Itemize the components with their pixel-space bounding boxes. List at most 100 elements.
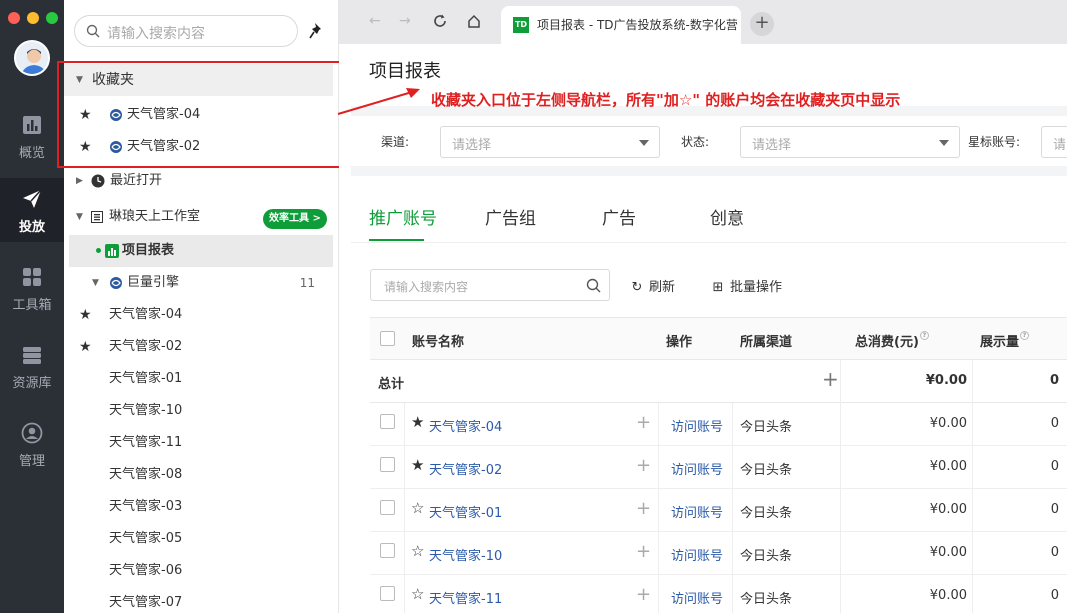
channel-cell: 今日头条 [740, 506, 793, 521]
new-tab-button[interactable]: + [750, 12, 774, 36]
divider [972, 575, 973, 613]
tree-account-item[interactable]: 天气管家-07 [64, 587, 339, 613]
tree-account-item[interactable]: ★ 天气管家-02 [64, 331, 339, 363]
divider [732, 446, 733, 489]
help-icon[interactable]: ? [1020, 331, 1030, 340]
add-column-icon[interactable]: + [822, 367, 839, 391]
account-name-link[interactable]: 天气管家-04 [429, 416, 502, 435]
add-icon[interactable]: + [636, 498, 651, 519]
tree-account-item[interactable]: 天气管家-08 [64, 459, 339, 491]
table-search-input[interactable]: 请输入搜索内容 [370, 269, 610, 301]
star-filled-icon[interactable]: ★ [79, 299, 92, 331]
add-icon[interactable]: + [636, 455, 651, 476]
table-row: ★ 天气管家-02 + 访问账号 今日头条 ¥0.00 0 [370, 446, 1067, 489]
browser-tab-bar: ← → TD 项目报表 - TD广告投放系统-数字化营 + [339, 0, 1067, 44]
tree-account-item[interactable]: 天气管家-06 [64, 555, 339, 587]
minimize-window-button[interactable] [27, 12, 39, 24]
rail-item-resources[interactable]: 资源库 [0, 334, 64, 398]
pin-icon[interactable] [309, 22, 325, 40]
table-row: ☆ 天气管家-11 + 访问账号 今日头条 ¥0.00 0 [370, 575, 1067, 613]
batch-operation-button[interactable]: ⊞ 批量操作 [710, 276, 782, 295]
account-name-link[interactable]: 天气管家-11 [429, 588, 502, 607]
star-outline-icon[interactable]: ☆ [411, 542, 424, 560]
tree-account-item[interactable]: 天气管家-10 [64, 395, 339, 427]
row-checkbox[interactable] [380, 586, 395, 601]
row-checkbox[interactable] [380, 457, 395, 472]
close-window-button[interactable] [8, 12, 20, 24]
tree-search-input[interactable]: 请输入搜索内容 [74, 15, 298, 47]
star-select[interactable]: 请 [1041, 126, 1067, 158]
divider [658, 489, 659, 532]
page-title: 项目报表 [369, 61, 441, 82]
header-total-cost[interactable]: 总消费(元)? [855, 331, 929, 350]
paper-plane-icon [23, 189, 42, 208]
add-icon[interactable]: + [636, 541, 651, 562]
add-icon[interactable]: + [636, 584, 651, 605]
tree-account-item[interactable]: 天气管家-01 [64, 363, 339, 395]
rail-item-delivery[interactable]: 投放 [0, 178, 64, 242]
channel-select[interactable]: 请选择 [440, 126, 660, 158]
tree-account-item[interactable]: 天气管家-05 [64, 523, 339, 555]
tree-account-item[interactable]: 天气管家-11 [64, 427, 339, 459]
cost-cell: ¥0.00 [929, 545, 967, 560]
rail-item-admin[interactable]: 管理 [0, 412, 64, 476]
select-all-checkbox[interactable] [380, 331, 395, 346]
table-row: ☆ 天气管家-10 + 访问账号 今日头条 ¥0.00 0 [370, 532, 1067, 575]
help-icon[interactable]: ? [919, 331, 929, 340]
visit-account-link[interactable]: 访问账号 [671, 416, 723, 435]
efficiency-tools-button[interactable]: 效率工具 > [263, 209, 327, 229]
avatar[interactable] [14, 40, 50, 76]
forward-arrow-icon[interactable]: → [399, 13, 411, 29]
star-filled-icon[interactable]: ★ [411, 456, 424, 474]
tree-account-item[interactable]: 天气管家-03 [64, 491, 339, 523]
home-icon[interactable] [467, 14, 481, 28]
row-checkbox[interactable] [380, 500, 395, 515]
tab-ad-groups[interactable]: 广告组 [485, 204, 536, 229]
status-select[interactable]: 请选择 [740, 126, 960, 158]
project-report-item[interactable]: 项目报表 [69, 235, 333, 267]
star-filter-label: 星标账号: [968, 135, 1021, 149]
status-select-placeholder: 请选择 [752, 138, 792, 153]
refresh-button[interactable]: ↻ 刷新 [629, 276, 675, 295]
visit-account-link[interactable]: 访问账号 [671, 502, 723, 521]
tab-creatives[interactable]: 创意 [710, 204, 744, 229]
workspace-folder[interactable]: ▼ 琳琅天上工作室 效率工具 > [64, 201, 339, 233]
visit-account-link[interactable]: 访问账号 [671, 545, 723, 564]
row-checkbox[interactable] [380, 543, 395, 558]
tree-account-item[interactable]: ★ 天气管家-04 [64, 299, 339, 331]
database-icon [23, 347, 41, 364]
reload-icon[interactable] [433, 14, 447, 28]
header-impressions[interactable]: 展示量? [980, 331, 1030, 350]
account-name-link[interactable]: 天气管家-10 [429, 545, 502, 564]
search-placeholder: 请输入搜索内容 [107, 26, 205, 42]
rail-item-overview[interactable]: 概览 [0, 104, 64, 168]
user-circle-icon [21, 422, 43, 444]
tab-promo-accounts[interactable]: 推广账号 [369, 204, 437, 229]
add-icon[interactable]: + [636, 412, 651, 433]
star-outline-icon[interactable]: ☆ [411, 499, 424, 517]
search-icon[interactable] [586, 278, 601, 293]
visit-account-link[interactable]: 访问账号 [671, 588, 723, 607]
rail-item-toolbox[interactable]: 工具箱 [0, 256, 64, 320]
row-checkbox[interactable] [380, 414, 395, 429]
channel-select-placeholder: 请选择 [452, 138, 492, 153]
account-name-link[interactable]: 天气管家-01 [429, 502, 502, 521]
star-filled-icon[interactable]: ★ [411, 413, 424, 431]
caret-down-icon: ▼ [76, 212, 83, 222]
star-filled-icon[interactable]: ★ [79, 331, 92, 363]
account-name-link[interactable]: 天气管家-02 [429, 459, 502, 478]
tree-account-label: 天气管家-05 [109, 531, 183, 546]
star-outline-icon[interactable]: ☆ [411, 585, 424, 603]
recent-folder[interactable]: ▶ 最近打开 [64, 165, 339, 197]
maximize-window-button[interactable] [46, 12, 58, 24]
divider [658, 575, 659, 613]
project-report-label: 项目报表 [122, 243, 175, 258]
td-logo-icon: TD [513, 17, 529, 33]
rail-item-label: 概览 [18, 146, 45, 161]
back-arrow-icon[interactable]: ← [369, 13, 381, 29]
browser-tab-active[interactable]: TD 项目报表 - TD广告投放系统-数字化营 [501, 6, 741, 44]
impressions-cell: 0 [1050, 459, 1059, 474]
tab-ads[interactable]: 广告 [602, 204, 636, 229]
engine-folder[interactable]: ▼ 巨量引擎 11 [64, 267, 339, 299]
visit-account-link[interactable]: 访问账号 [671, 459, 723, 478]
